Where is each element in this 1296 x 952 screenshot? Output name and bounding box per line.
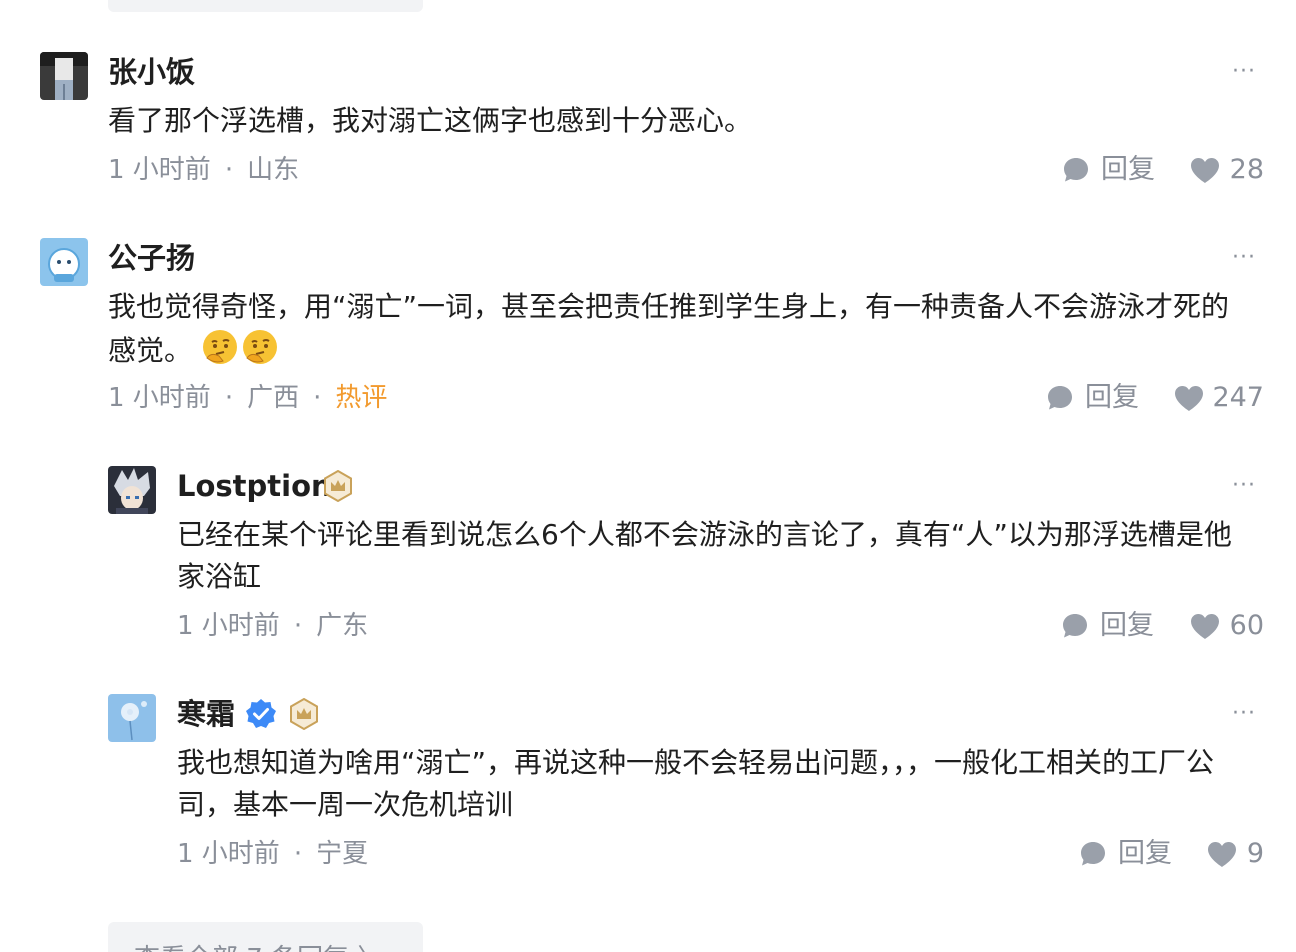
comment-thread: 张小饭 ··· 看了那个浮选槽，我对溺亡这俩字也感到十分恶心。 1 小时前 · 山东… [0, 0, 1296, 952]
like-count: 247 [1212, 382, 1264, 413]
comment-location: 广东 [316, 611, 369, 641]
separator-dot: · [224, 155, 234, 185]
crown-badge-icon [324, 470, 352, 502]
separator-dot: · [313, 383, 322, 413]
reply-button[interactable]: 回复 [1118, 836, 1172, 872]
comment-time: 1 小时前 [177, 611, 280, 641]
thinking-face-emoji [202, 330, 237, 364]
like-count: 28 [1229, 154, 1264, 185]
avatar-photo [40, 52, 88, 100]
comment-time: 1 小时前 [108, 383, 211, 413]
comment-bubble-icon[interactable] [1062, 156, 1090, 184]
comment-text: 我也想知道为啥用“溺亡”，再说这种一般不会轻易出问题，，，一般化工相关的工厂公司… [177, 746, 1215, 821]
more-options-button[interactable]: ··· [1232, 61, 1256, 83]
heart-icon[interactable] [1189, 156, 1221, 184]
comment-meta: 1 小时前 · 宁夏 [177, 836, 368, 872]
username[interactable]: Lostption [177, 466, 332, 506]
more-options-button[interactable]: ··· [1232, 475, 1256, 497]
view-all-replies-button[interactable]: 查看全部 7 条回复 〉 [108, 922, 423, 952]
like-count: 60 [1229, 610, 1264, 641]
heart-icon[interactable] [1173, 384, 1205, 412]
avatar-cartoon [40, 238, 88, 286]
comment-meta: 1 小时前 · 广西 · 热评 [108, 380, 387, 416]
reply-button[interactable]: 回复 [1085, 380, 1139, 416]
avatar[interactable] [108, 466, 156, 514]
comment-time: 1 小时前 [177, 839, 280, 869]
heart-icon[interactable] [1189, 612, 1221, 640]
more-options-button[interactable]: ··· [1232, 247, 1256, 269]
reply-button[interactable]: 回复 [1101, 152, 1155, 188]
comment-location: 山东 [247, 155, 300, 185]
thinking-face-emoji [242, 330, 277, 364]
reply-button[interactable]: 回复 [1100, 608, 1154, 644]
comment-meta: 1 小时前 · 山东 [108, 152, 299, 188]
comment-bubble-icon[interactable] [1079, 840, 1107, 868]
comment-text: 看了那个浮选槽，我对溺亡这俩字也感到十分恶心。 [108, 104, 753, 137]
avatar-anime [108, 466, 156, 514]
username[interactable]: 寒霜 [177, 694, 235, 734]
avatar[interactable] [40, 52, 88, 100]
heart-icon[interactable] [1206, 840, 1238, 868]
comment-location: 广西 [247, 383, 300, 413]
comment-bubble-icon[interactable] [1046, 384, 1074, 412]
separator-dot: · [224, 383, 234, 413]
view-all-replies-label: 查看全部 7 条回复 〉 [134, 938, 383, 952]
separator-dot: · [293, 611, 303, 641]
comment-time: 1 小时前 [108, 155, 211, 185]
previous-replies-button-stub[interactable] [108, 0, 423, 12]
verified-check-icon [246, 699, 276, 728]
comment-text: 已经在某个评论里看到说怎么6个人都不会游泳的言论了，真有“人”以为那浮选槽是他家… [177, 518, 1232, 593]
comment-location: 宁夏 [316, 839, 369, 869]
comment-bubble-icon[interactable] [1061, 612, 1089, 640]
avatar[interactable] [40, 238, 88, 286]
avatar-flower [108, 694, 156, 742]
more-options-button[interactable]: ··· [1232, 703, 1256, 725]
like-count: 9 [1246, 838, 1264, 869]
comment-meta: 1 小时前 · 广东 [177, 608, 368, 644]
username[interactable]: 公子扬 [108, 238, 195, 278]
separator-dot: · [293, 839, 303, 869]
hot-comment-tag: 热评 [335, 383, 388, 413]
crown-badge-icon [290, 698, 318, 730]
comment-text: 我也觉得奇怪，用“溺亡”一词，甚至会把责任推到学生身上，有一种责备人不会游泳才死… [108, 286, 1248, 372]
avatar[interactable] [108, 694, 156, 742]
username[interactable]: 张小饭 [108, 52, 195, 92]
